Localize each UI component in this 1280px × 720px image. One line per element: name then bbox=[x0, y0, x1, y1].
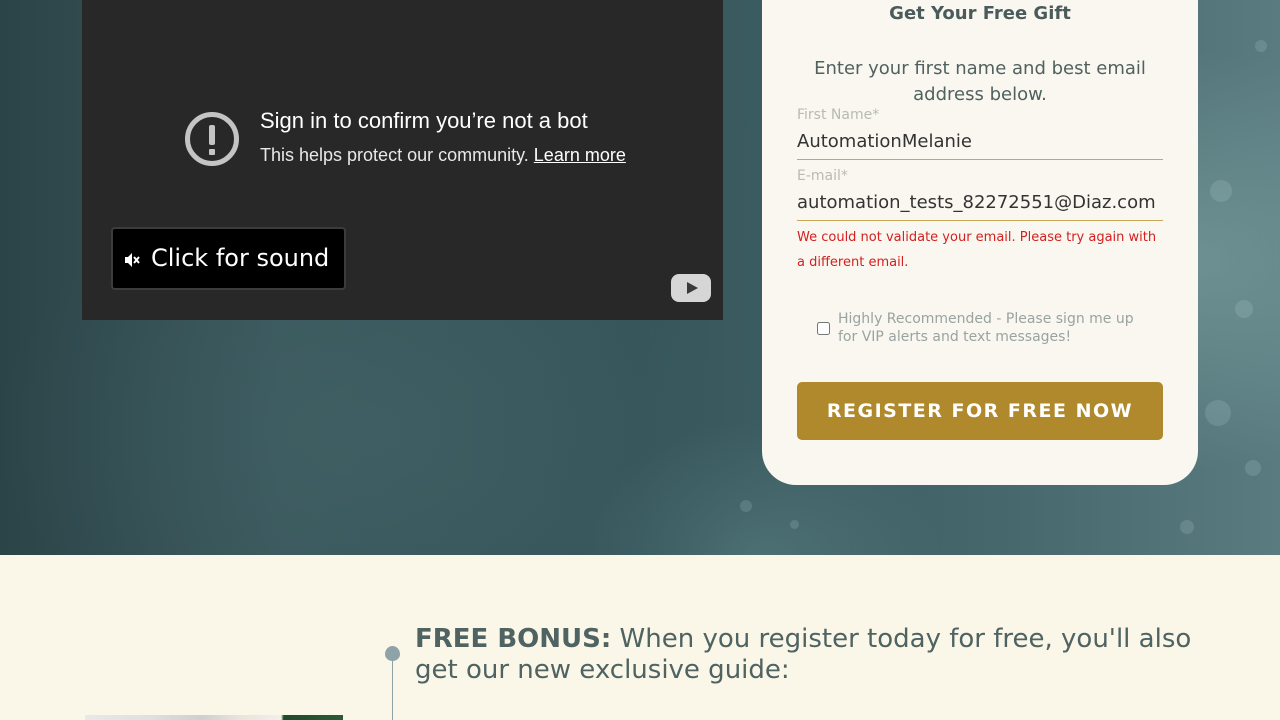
bonus-heading: FREE BONUS: When you register today for … bbox=[415, 624, 1195, 686]
register-button[interactable]: REGISTER FOR FREE NOW bbox=[797, 382, 1163, 440]
first-name-field[interactable] bbox=[797, 124, 1163, 160]
vip-alerts-checkbox[interactable] bbox=[817, 322, 830, 335]
bokeh-dot bbox=[1245, 460, 1261, 476]
alert-circle-icon bbox=[185, 112, 239, 166]
bot-check-subtitle-text: This helps protect our community. bbox=[260, 145, 529, 165]
bokeh-dot bbox=[1210, 180, 1232, 202]
email-field[interactable] bbox=[797, 185, 1163, 221]
email-error-message: We could not validate your email. Please… bbox=[797, 230, 1157, 270]
bokeh-dot bbox=[1255, 40, 1267, 52]
bokeh-dot bbox=[740, 500, 752, 512]
bot-check-subtitle: This helps protect our community. Learn … bbox=[260, 145, 700, 166]
first-name-label: First Name* bbox=[797, 107, 880, 123]
bonus-lead: FREE BONUS: bbox=[415, 624, 612, 654]
bokeh-dot bbox=[1205, 400, 1231, 426]
vip-alerts-label[interactable]: Highly Recommended - Please sign me up f… bbox=[838, 310, 1144, 346]
bonus-section: FREE BONUS: When you register today for … bbox=[0, 555, 1280, 720]
card-title: Get Your Free Gift bbox=[889, 3, 1071, 24]
video-player[interactable]: Sign in to confirm you’re not a bot This… bbox=[82, 0, 723, 320]
click-for-sound-label: Click for sound bbox=[151, 244, 330, 272]
click-for-sound-button[interactable]: Click for sound bbox=[111, 227, 346, 290]
youtube-logo-icon[interactable] bbox=[671, 274, 711, 302]
guide-preview-image bbox=[85, 715, 343, 720]
hero-section: Sign in to confirm you’re not a bot This… bbox=[0, 0, 1280, 555]
timeline-line bbox=[392, 659, 393, 720]
mute-icon bbox=[125, 253, 140, 267]
email-label: E-mail* bbox=[797, 168, 848, 184]
learn-more-link[interactable]: Learn more bbox=[534, 145, 626, 165]
card-intro: Enter your first name and best email add… bbox=[814, 58, 1146, 105]
bokeh-dot bbox=[1235, 300, 1253, 318]
bot-check-title: Sign in to confirm you’re not a bot bbox=[260, 108, 588, 133]
bokeh-dot bbox=[790, 520, 799, 529]
bokeh-dot bbox=[1180, 520, 1194, 534]
signup-card: Get Your Free Gift Enter your first name… bbox=[762, 0, 1198, 485]
